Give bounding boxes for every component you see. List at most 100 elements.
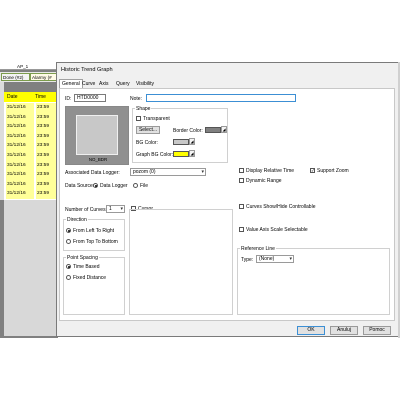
cell-time: 23:59	[36, 103, 58, 113]
note-label: Note:	[130, 96, 142, 102]
chevron-down-icon: ▾	[289, 256, 292, 262]
cell-date: 31/12/16	[6, 103, 34, 113]
display-relative-time-label: Display Relative Time	[246, 168, 295, 174]
support-zoom-label: Support Zoom	[317, 168, 349, 174]
background-tab-alarms[interactable]: Alarmy (#	[30, 73, 58, 81]
border-color-swatch[interactable]	[205, 127, 221, 133]
cell-time: 23:59	[36, 112, 58, 123]
ok-button[interactable]: OK	[297, 326, 325, 335]
table-row[interactable]: 31/12/16 23:59	[4, 179, 58, 190]
cell-time: 23:59	[36, 179, 58, 190]
data-logger-select[interactable]: pozom (0) ▾	[130, 168, 206, 176]
chevron-down-icon: ▾	[120, 206, 123, 212]
direction-left-to-right-radio[interactable]	[66, 228, 71, 233]
tab-curve[interactable]: Curve	[80, 80, 97, 88]
chevron-down-icon: ▾	[201, 169, 204, 175]
number-of-curves-label: Number of Curves:	[65, 207, 107, 213]
background-tab-done[interactable]: Done (#2)	[1, 73, 30, 81]
data-source-label: Data Source:	[65, 183, 95, 189]
id-field[interactable]: HTD0000	[74, 94, 106, 102]
shape-group-label: Shape	[135, 106, 152, 112]
table-row[interactable]: 31/12/16 23:59	[4, 151, 58, 161]
table-row[interactable]: 31/12/16 23:59	[4, 160, 58, 171]
direction-top-to-bottom-label: From Top To Bottom	[73, 239, 118, 245]
table-row[interactable]: 31/12/16 23:59	[4, 189, 58, 200]
cursor-group	[129, 209, 233, 315]
number-of-curves-select[interactable]: 1 ▾	[106, 205, 125, 213]
cell-date: 31/12/16	[6, 160, 34, 171]
reference-line-type-select[interactable]: (None) ▾	[256, 255, 294, 263]
note-field[interactable]	[146, 94, 296, 102]
display-relative-time-checkbox[interactable]	[239, 168, 244, 173]
table-row[interactable]: 31/12/16 23:59	[4, 103, 58, 113]
point-spacing-group-label: Point Spacing	[66, 255, 99, 261]
table-row[interactable]: 31/12/16 23:59	[4, 141, 58, 152]
direction-group	[63, 219, 125, 251]
tab-query[interactable]: Query	[114, 80, 132, 88]
shape-preview-inner	[76, 115, 118, 155]
curves-show-hide-label: Curves Show/Hide Controllable	[246, 204, 316, 210]
cell-date: 31/12/16	[6, 151, 34, 161]
bg-color-dropdown-icon[interactable]: ◢	[189, 138, 195, 145]
source-data-logger-radio[interactable]	[93, 183, 98, 188]
source-file-label: File	[140, 183, 149, 189]
spacing-time-based-label: Time Based	[73, 264, 100, 270]
spacing-fixed-distance-label: Fixed Distance	[73, 275, 107, 281]
number-of-curves-value: 1	[109, 206, 112, 212]
shape-preview-caption: NO_BDR	[88, 157, 108, 162]
cell-time: 23:59	[36, 141, 58, 152]
historic-trend-graph-dialog: Historic Trend Graph General Curve Axis …	[56, 62, 399, 337]
source-file-radio[interactable]	[133, 183, 138, 188]
data-logger-label: Associated Data Logger:	[65, 170, 120, 176]
direction-left-to-right-label: From Left To Right	[73, 228, 115, 234]
direction-group-label: Direction	[66, 217, 88, 223]
table-row[interactable]: 31/12/16 23:59	[4, 112, 58, 123]
cancel-button[interactable]: Anuluj	[330, 326, 358, 335]
table-row[interactable]: 31/12/16 23:59	[4, 122, 58, 133]
dialog-title: Historic Trend Graph	[61, 67, 113, 73]
cell-date: 31/12/16	[6, 112, 34, 123]
curves-show-hide-checkbox[interactable]	[239, 204, 244, 209]
type-label: Type:	[241, 257, 254, 263]
cell-date: 31/12/16	[6, 189, 34, 200]
support-zoom-checkbox[interactable]: ✓	[310, 168, 315, 173]
graph-bg-color-swatch[interactable]	[173, 151, 189, 157]
value-axis-scale-label: Value Axis Scale Selectable	[246, 227, 308, 233]
graph-bg-color-dropdown-icon[interactable]: ◢	[189, 150, 195, 157]
dynamic-range-checkbox[interactable]	[239, 178, 244, 183]
cell-date: 31/12/16	[6, 131, 34, 142]
table-row[interactable]: 31/12/16 23:59	[4, 131, 58, 142]
table-row[interactable]: 31/12/16 23:59	[4, 170, 58, 181]
data-logger-value: pozom (0)	[133, 169, 156, 175]
tab-axis[interactable]: Axis	[97, 80, 110, 88]
spacing-fixed-distance-radio[interactable]	[66, 275, 71, 280]
bg-color-label: BG Color:	[136, 140, 158, 146]
id-label: ID:	[65, 96, 72, 102]
cell-time: 23:59	[36, 151, 58, 161]
general-tab-panel: ID: HTD0000 Note: NO_BDR Shape Transpare…	[59, 88, 395, 321]
transparent-checkbox[interactable]	[136, 116, 141, 121]
cell-time: 23:59	[36, 131, 58, 142]
direction-top-to-bottom-radio[interactable]	[66, 239, 71, 244]
reference-line-type-value: (None)	[259, 256, 275, 262]
spacing-time-based-radio[interactable]	[66, 264, 71, 269]
cell-time: 23:59	[36, 170, 58, 181]
source-data-logger-label: Data Logger	[100, 183, 128, 189]
cell-date: 31/12/16	[6, 179, 34, 190]
grid-header-time: Time	[35, 94, 46, 100]
border-color-label: Border Color:	[173, 128, 203, 134]
border-color-dropdown-icon[interactable]: ◢	[221, 126, 227, 133]
select-shape-button[interactable]: Select...	[136, 126, 160, 134]
bg-color-swatch[interactable]	[173, 139, 189, 145]
dynamic-range-label: Dynamic Range	[246, 178, 282, 184]
cell-date: 31/12/16	[6, 122, 34, 133]
background-tab-ap1[interactable]: AP_1	[16, 63, 29, 70]
background-empty-area	[4, 200, 58, 336]
cell-time: 23:59	[36, 122, 58, 133]
transparent-label: Transparent	[143, 116, 170, 122]
cell-date: 31/12/16	[6, 141, 34, 152]
cell-date: 31/12/16	[6, 170, 34, 181]
tab-visibility[interactable]: Visibility	[134, 80, 156, 88]
help-button[interactable]: Pomoc	[363, 326, 391, 335]
value-axis-scale-checkbox[interactable]	[239, 227, 244, 232]
